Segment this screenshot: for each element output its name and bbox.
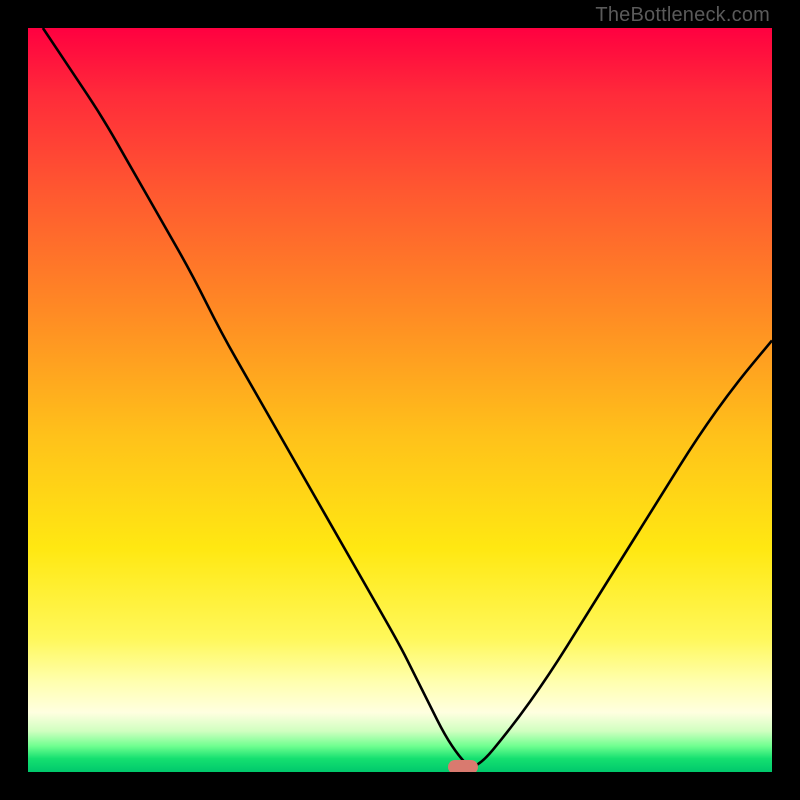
bottleneck-curve [28,28,772,772]
minimum-marker [448,760,478,772]
watermark-text: TheBottleneck.com [595,4,770,27]
plot-area [28,28,772,772]
chart-frame: TheBottleneck.com [0,0,800,800]
curve-path [43,28,772,766]
